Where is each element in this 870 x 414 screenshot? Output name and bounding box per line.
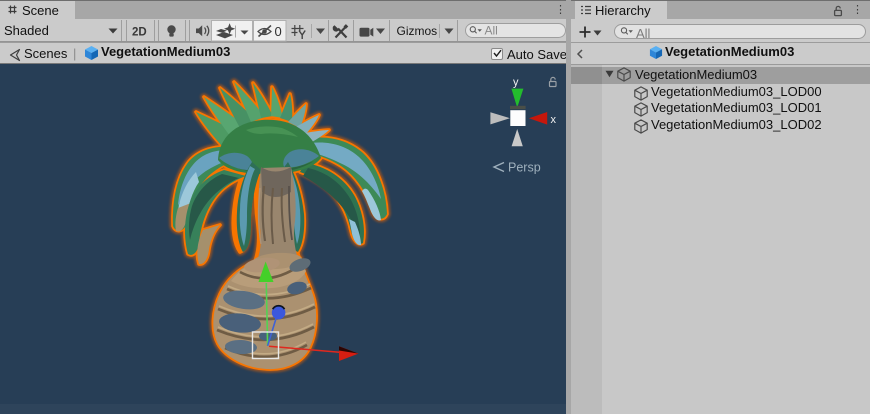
svg-text:0: 0 bbox=[275, 24, 282, 39]
svg-text:Gizmos: Gizmos bbox=[397, 24, 438, 38]
svg-text:2D: 2D bbox=[132, 27, 147, 39]
svg-text:y: y bbox=[513, 77, 519, 89]
svg-text:All: All bbox=[485, 24, 498, 38]
svg-text:Persp: Persp bbox=[508, 161, 541, 175]
svg-text:x: x bbox=[551, 114, 557, 126]
